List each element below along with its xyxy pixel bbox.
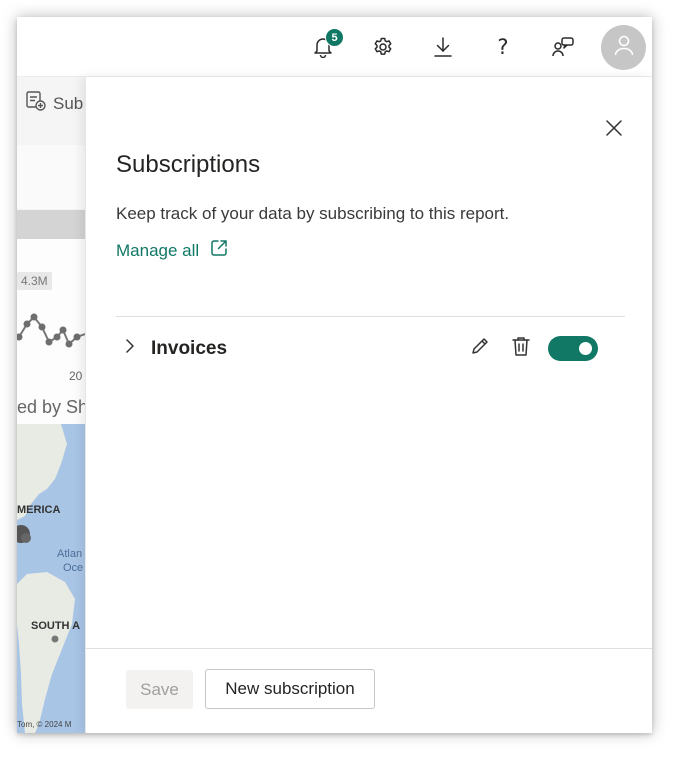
manage-all-label: Manage all [116,240,200,260]
notifications-button[interactable]: 5 [303,27,344,67]
panel-title: Subscriptions [116,151,261,178]
close-icon [605,119,623,142]
map-copyright: Tom, © 2024 M [17,720,72,729]
delete-subscription-button[interactable] [508,335,534,361]
feedback-button[interactable] [543,27,583,67]
background-report-canvas: Sub 4.3M 20 ed by Sh MERICA Atlan Oce SO… [17,77,85,733]
map-label-atlantic: Atlan [57,548,83,560]
report-header-bar [17,210,85,239]
download-icon [432,36,454,58]
settings-button[interactable] [363,27,403,67]
chevron-right-icon [124,338,136,359]
toggle-knob [579,342,592,355]
user-avatar-button[interactable] [601,25,646,70]
pencil-icon [470,336,490,361]
chart-x-tick: 20 [69,369,83,383]
subscriptions-panel: Subscriptions Keep track of your data by… [85,77,652,733]
subscription-enabled-toggle[interactable] [548,336,598,361]
subscribe-toolbar-label: Sub [53,93,84,113]
map-label-south-america: SOUTH A [31,620,81,632]
section-divider [116,316,625,317]
person-icon [612,33,636,62]
open-external-icon [209,238,229,263]
feedback-people-icon [551,36,575,58]
edit-subscription-button[interactable] [467,335,493,361]
subscription-name: Invoices [151,338,228,359]
manage-all-link[interactable]: Manage all [116,238,229,263]
subscription-row: Invoices [116,329,625,369]
download-button[interactable] [423,27,463,67]
chart-value-label: 4.3M [17,272,52,290]
background-map: MERICA Atlan Oce SOUTH A Tom, © 2024 M [17,424,85,733]
notification-count-badge: 5 [325,28,344,47]
trash-icon [511,335,531,362]
map-label-north-america: MERICA [17,504,61,516]
close-panel-button[interactable] [599,115,629,145]
question-mark-icon: ? [497,35,509,59]
panel-description: Keep track of your data by subscribing t… [116,204,510,223]
map-landmass [17,424,75,733]
gear-icon [372,36,394,58]
expand-subscription-button[interactable] [120,338,140,358]
subscribe-icon [25,90,47,117]
save-button[interactable]: Save [126,670,193,709]
footer-divider [86,648,652,649]
map-label-ocean: Oce [63,562,84,574]
app-window: 5 ? Sub 4.3M 20 ed by Sh MERICA Atlan Oc… [17,17,652,733]
new-subscription-button[interactable]: New subscription [205,669,375,709]
help-button[interactable]: ? [483,27,523,67]
report-blank-area [17,145,85,209]
chart-line [17,313,85,348]
top-header-bar: 5 ? [17,17,652,77]
map-caption: ed by Sh [17,397,85,417]
subscribe-toolbar-button[interactable]: Sub [25,90,83,117]
